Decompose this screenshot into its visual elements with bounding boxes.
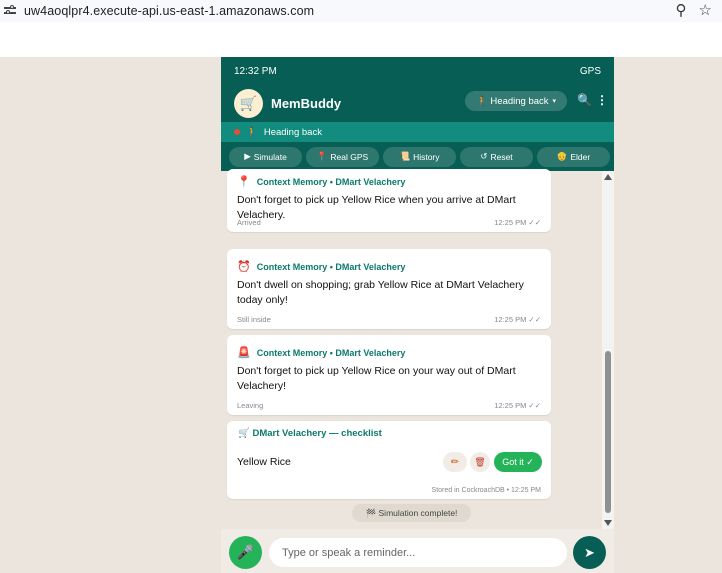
send-icon: ➤ <box>584 544 595 560</box>
reminder-message: 📍 Context Memory • DMart Velachery Don't… <box>227 169 551 232</box>
message-time: 12:25 PM ✓✓ <box>494 315 541 324</box>
cart-avatar-icon: 🛒 <box>234 89 263 118</box>
message-context: Context Memory • DMart Velachery <box>256 176 406 187</box>
bookmark-star-icon[interactable]: ☆ <box>699 3 712 19</box>
simulation-complete-badge: 🏁 Simulation complete! <box>352 504 471 522</box>
chat-scrollbar[interactable] <box>602 171 614 529</box>
more-menu-icon[interactable]: ⋮ <box>596 93 608 107</box>
siren-icon: 🚨 <box>237 347 251 359</box>
checklist-card: 🛒 DMart Velachery — checklist Yellow Ric… <box>227 421 551 499</box>
status-bar: 12:32 PM GPS <box>221 57 614 85</box>
mode-dropdown[interactable]: 🚶 Heading back ▾ <box>465 91 567 111</box>
message-text: Don't forget to pick up Yellow Rice when… <box>237 194 516 221</box>
checklist-item: Yellow Rice <box>237 456 291 468</box>
message-time: 12:25 PM ✓✓ <box>494 218 541 227</box>
reminder-input[interactable]: Type or speak a reminder... <box>269 538 567 567</box>
send-button[interactable]: ➤ <box>573 536 606 569</box>
reminder-message: ⏰ Context Memory • DMart Velachery Don't… <box>227 249 551 329</box>
pin-icon: 📍 <box>237 176 251 188</box>
chat-area[interactable]: 📍 Context Memory • DMart Velachery Don't… <box>221 169 614 529</box>
scroll-up-icon[interactable] <box>604 174 612 180</box>
checklist-title: 🛒 DMart Velachery — checklist <box>238 428 382 439</box>
message-context: Context Memory • DMart Velachery <box>256 261 406 272</box>
chevron-down-icon: ▾ <box>552 98 557 105</box>
status-time: 12:32 PM <box>234 65 277 77</box>
status-mode: GPS <box>579 65 601 77</box>
site-info-icon[interactable] <box>4 5 20 17</box>
composer-bar: 🎤 Type or speak a reminder... ➤ <box>221 529 614 573</box>
delete-icon[interactable]: 🗑 <box>470 452 490 472</box>
scroll-down-icon[interactable] <box>604 520 612 526</box>
search-icon[interactable]: 🔍 <box>577 93 592 107</box>
reminder-message: 🚨 Context Memory • DMart Velachery Don't… <box>227 335 551 415</box>
location-icon[interactable]: ⚲ <box>676 3 687 19</box>
app-window: 12:32 PM GPS 🛒 MemBuddy 🚶 Heading back ▾… <box>221 57 614 573</box>
simulate-button[interactable]: ▶ Simulate <box>229 146 302 167</box>
history-button[interactable]: 📜 History <box>383 146 456 167</box>
got-it-button[interactable]: Got it ✓ <box>494 452 542 472</box>
scroll-icon: 📜 <box>399 151 411 161</box>
pin-icon: 📍 <box>316 151 328 161</box>
reset-button[interactable]: ↺ Reset <box>460 146 533 167</box>
elder-button[interactable]: 👴 Elder <box>537 146 610 167</box>
microphone-icon: 🎤 <box>236 544 255 560</box>
live-dot-icon <box>234 129 240 135</box>
current-status-label: Heading back <box>263 126 322 138</box>
scrollbar-thumb[interactable] <box>605 351 611 513</box>
message-time: 12:25 PM ✓✓ <box>494 401 541 410</box>
app-title: MemBuddy <box>271 96 342 111</box>
mode-dropdown-label: 🚶 Heading back <box>475 95 549 107</box>
message-state: Leaving <box>237 401 264 410</box>
storage-note: Stored in CockroachDB • 12:25 PM <box>431 487 541 494</box>
walking-icon: 🚶 <box>246 126 258 138</box>
message-state: Still inside <box>237 315 271 324</box>
browser-toolbar-space <box>0 22 722 57</box>
browser-address-bar: uw4aoqlpr4.execute-api.us-east-1.amazona… <box>0 0 722 22</box>
current-status-bar: 🚶 Heading back <box>221 122 614 142</box>
app-header: 🛒 MemBuddy 🚶 Heading back ▾ 🔍 ⋮ <box>221 85 614 122</box>
reset-icon: ↺ <box>480 151 488 161</box>
microphone-button[interactable]: 🎤 <box>229 536 262 569</box>
real-gps-button[interactable]: 📍 Real GPS <box>306 146 379 167</box>
message-text: Don't forget to pick up Yellow Rice on y… <box>237 365 516 392</box>
play-icon: ▶ <box>244 151 251 161</box>
message-state: Arrived <box>237 218 261 227</box>
edit-icon[interactable]: ✏ <box>443 452 467 472</box>
url-text[interactable]: uw4aoqlpr4.execute-api.us-east-1.amazona… <box>24 4 314 18</box>
alarm-clock-icon: ⏰ <box>237 261 251 273</box>
action-button-bar: ▶ Simulate 📍 Real GPS 📜 History ↺ Reset … <box>221 142 614 171</box>
message-text: Don't dwell on shopping; grab Yellow Ric… <box>237 279 524 306</box>
elder-icon: 👴 <box>556 151 568 161</box>
message-context: Context Memory • DMart Velachery <box>256 347 406 358</box>
